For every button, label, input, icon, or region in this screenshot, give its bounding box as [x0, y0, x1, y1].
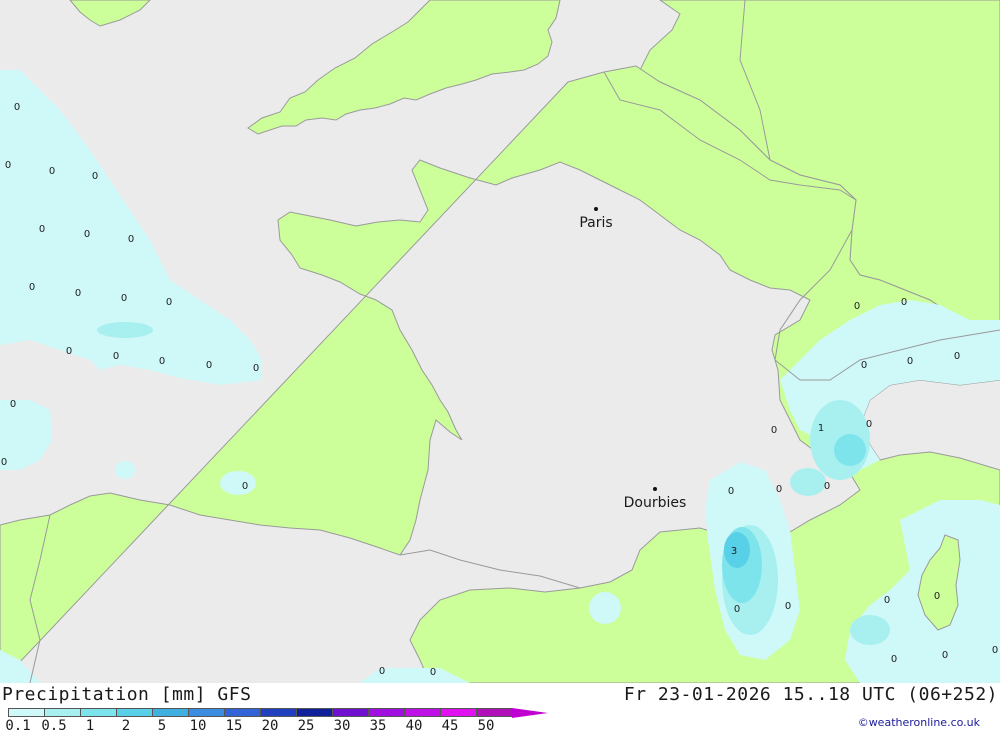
value-label: 0 — [29, 282, 35, 293]
legend-tick-labels: 0.1 0.5 1 2 5 10 15 20 25 30 35 40 45 50 — [0, 718, 540, 734]
legend-color-bar — [8, 707, 548, 718]
city-marker — [594, 207, 598, 211]
value-label: 0 — [10, 399, 16, 410]
value-label: 0 — [206, 360, 212, 371]
value-label: 0 — [861, 360, 867, 371]
value-label: 0 — [1, 457, 7, 468]
legend-swatch — [44, 708, 80, 717]
city-label: Paris — [579, 215, 612, 231]
value-label: 0 — [113, 351, 119, 362]
legend-tick: 1 — [85, 718, 95, 734]
value-label: 0 — [5, 160, 11, 171]
value-label: 0 — [866, 419, 872, 430]
value-label: 0 — [121, 293, 127, 304]
precip-cell-biscay-1 — [97, 322, 153, 338]
value-label: 0 — [39, 224, 45, 235]
legend-tick: 2 — [121, 718, 131, 734]
value-label: 0 — [128, 234, 134, 245]
value-label: 0 — [776, 484, 782, 495]
legend-swatch — [404, 708, 440, 717]
legend-tick: 35 — [369, 718, 387, 734]
precip-cell-south — [589, 592, 621, 624]
legend-tick: 10 — [189, 718, 207, 734]
value-label: 0 — [14, 102, 20, 113]
map-title: Precipitation [mm] GFS — [2, 684, 252, 705]
value-label: 0 — [92, 171, 98, 182]
value-label: 0 — [934, 591, 940, 602]
legend-swatch — [80, 708, 116, 717]
legend-swatch — [332, 708, 368, 717]
value-label: 0 — [379, 666, 385, 677]
legend-swatch — [224, 708, 260, 717]
legend-tick: 25 — [297, 718, 315, 734]
value-label: 0 — [907, 356, 913, 367]
value-label: 0 — [884, 595, 890, 606]
value-label: 0 — [942, 650, 948, 661]
value-label: 0 — [242, 481, 248, 492]
forecast-datetime: Fr 23-01-2026 15..18 UTC (06+252) — [623, 684, 998, 705]
map-canvas[interactable]: Paris Dourbies 0 0 0 0 0 0 0 0 0 0 0 0 0… — [0, 0, 1000, 683]
legend-swatch — [296, 708, 332, 717]
credit-link[interactable]: ©weatheronline.co.uk — [858, 716, 980, 729]
value-label: 0 — [728, 486, 734, 497]
legend-swatch — [188, 708, 224, 717]
value-label: 0 — [824, 481, 830, 492]
legend-swatch — [260, 708, 296, 717]
legend-swatch — [8, 708, 44, 717]
map-footer: Precipitation [mm] GFS Fr 23-01-2026 15.… — [0, 683, 1000, 734]
value-label: 0 — [891, 654, 897, 665]
legend-swatch — [368, 708, 404, 717]
legend-tick: 5 — [157, 718, 167, 734]
precip-cell-alps-core — [834, 434, 866, 466]
legend-tick: 0.5 — [41, 718, 67, 734]
legend-tick: 40 — [405, 718, 423, 734]
value-label: 0 — [166, 297, 172, 308]
city-marker — [653, 487, 657, 491]
city-label: Dourbies — [624, 495, 687, 511]
value-label: 0 — [75, 288, 81, 299]
value-label: 0 — [992, 645, 998, 656]
precip-cell-alps-2 — [790, 468, 826, 496]
legend-tick: 50 — [477, 718, 495, 734]
legend-tick: 30 — [333, 718, 351, 734]
value-label: 0 — [954, 351, 960, 362]
legend-arrow — [512, 707, 548, 718]
value-label: 0 — [66, 346, 72, 357]
value-label: 0 — [901, 297, 907, 308]
value-label: 0 — [159, 356, 165, 367]
legend-swatch — [116, 708, 152, 717]
precipitation-map[interactable]: Paris Dourbies 0 0 0 0 0 0 0 0 0 0 0 0 0… — [0, 0, 1000, 683]
legend-swatch — [152, 708, 188, 717]
value-label: 0 — [253, 363, 259, 374]
legend-tick: 45 — [441, 718, 459, 734]
value-label: 0 — [430, 667, 436, 678]
value-label: 0 — [734, 604, 740, 615]
value-label: 0 — [785, 601, 791, 612]
value-label: 1 — [818, 423, 824, 434]
precip-cell-biscay-3 — [220, 471, 256, 495]
value-label: 0 — [854, 301, 860, 312]
value-label: 0 — [84, 229, 90, 240]
legend-swatch — [440, 708, 476, 717]
precip-cell-biscay-2 — [115, 461, 135, 479]
legend-tick: 0.1 — [5, 718, 31, 734]
precip-cell-corsica — [850, 615, 890, 645]
legend-tick: 20 — [261, 718, 279, 734]
legend-tick: 15 — [225, 718, 243, 734]
legend-swatch — [476, 708, 512, 717]
value-label: 3 — [731, 546, 737, 557]
value-label: 0 — [49, 166, 55, 177]
value-label: 0 — [771, 425, 777, 436]
